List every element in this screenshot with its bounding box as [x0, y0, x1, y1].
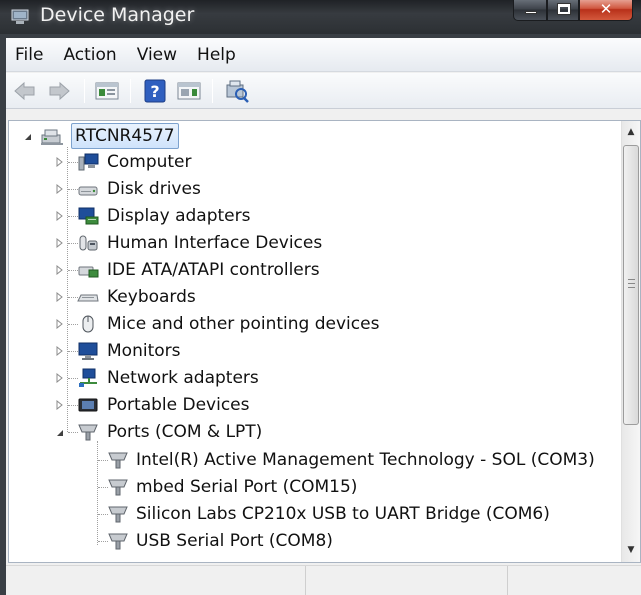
display-adapter-icon	[78, 207, 99, 225]
grip-icon	[628, 279, 635, 288]
tree-node-keyboards[interactable]: Keyboards	[9, 284, 621, 310]
tree-node-label[interactable]: Intel(R) Active Management Technology - …	[136, 448, 595, 472]
expand-arrow-icon[interactable]	[55, 400, 65, 410]
mouse-icon	[82, 315, 94, 333]
help-icon[interactable]: ?	[142, 79, 168, 103]
collapse-arrow-icon[interactable]	[23, 132, 33, 142]
tree-node-computer[interactable]: Computer	[9, 149, 621, 175]
hid-icon	[79, 235, 98, 251]
tree-node-port-device[interactable]: mbed Serial Port (COM15)	[9, 474, 621, 500]
ide-controller-icon	[78, 266, 99, 278]
status-pane	[6, 566, 306, 595]
device-tree-panel[interactable]: RTCNR4577 Computer Disk drives Display a…	[8, 120, 641, 563]
device-manager-icon	[11, 9, 29, 24]
maximize-button[interactable]	[547, 0, 579, 21]
menu-view[interactable]: View	[137, 45, 177, 65]
expand-arrow-icon[interactable]	[55, 184, 65, 194]
minimize-button[interactable]	[513, 0, 547, 21]
network-adapter-icon	[79, 368, 97, 387]
scan-hardware-icon[interactable]	[224, 79, 250, 103]
svg-text:?: ?	[150, 82, 159, 101]
maximize-icon	[557, 3, 571, 15]
expand-arrow-icon[interactable]	[55, 292, 65, 302]
serial-port-icon	[108, 506, 128, 523]
tree-node-port-device[interactable]: Intel(R) Active Management Technology - …	[9, 447, 621, 473]
window-controls: ✕	[513, 0, 633, 21]
serial-port-icon	[108, 533, 128, 550]
minimize-icon	[525, 11, 537, 14]
disk-drive-icon	[78, 186, 98, 196]
port-icon	[78, 424, 98, 441]
tree-node-label[interactable]: Disk drives	[107, 177, 201, 201]
tree-node-ide-controllers[interactable]: IDE ATA/ATAPI controllers	[9, 257, 621, 283]
view-icon[interactable]	[176, 79, 202, 103]
tree-node-label[interactable]: Monitors	[107, 339, 180, 363]
status-bar	[6, 565, 641, 595]
tree-root[interactable]: RTCNR4577	[9, 123, 621, 149]
toolbar-separator	[130, 79, 131, 103]
tree-node-label[interactable]: Mice and other pointing devices	[107, 312, 379, 336]
close-icon: ✕	[599, 0, 613, 18]
expand-arrow-icon[interactable]	[55, 265, 65, 275]
forward-arrow-icon[interactable]	[46, 79, 72, 103]
keyboard-icon	[77, 294, 99, 302]
monitor-icon	[78, 342, 98, 360]
tree-node-disk-drives[interactable]: Disk drives	[9, 176, 621, 202]
tree-node-label[interactable]: IDE ATA/ATAPI controllers	[107, 258, 320, 282]
tree-node-label[interactable]: Silicon Labs CP210x USB to UART Bridge (…	[136, 502, 550, 526]
collapse-arrow-icon[interactable]	[55, 428, 65, 438]
tree-node-label[interactable]: Display adapters	[107, 204, 250, 228]
tree-node-label[interactable]: Human Interface Devices	[107, 231, 322, 255]
tree-node-display-adapters[interactable]: Display adapters	[9, 203, 621, 229]
close-button[interactable]: ✕	[579, 0, 633, 21]
computer-icon	[78, 153, 99, 171]
tree-root-label[interactable]: RTCNR4577	[71, 123, 179, 149]
menu-action[interactable]: Action	[63, 45, 116, 65]
vertical-scrollbar[interactable]: ▲ ▼	[621, 121, 640, 562]
tree-node-label[interactable]: USB Serial Port (COM8)	[136, 529, 333, 553]
tree-node-port-device[interactable]: Silicon Labs CP210x USB to UART Bridge (…	[9, 501, 621, 527]
tree-node-monitors[interactable]: Monitors	[9, 338, 621, 364]
device-tree: RTCNR4577 Computer Disk drives Display a…	[9, 121, 621, 562]
expand-arrow-icon[interactable]	[55, 346, 65, 356]
tree-node-label[interactable]: Network adapters	[107, 366, 259, 390]
toolbar: ?	[6, 73, 641, 109]
serial-port-icon	[108, 452, 128, 469]
scrollbar-thumb[interactable]	[623, 145, 639, 425]
tree-node-label[interactable]: Keyboards	[107, 285, 196, 309]
serial-port-icon	[108, 479, 128, 496]
tree-node-label[interactable]: mbed Serial Port (COM15)	[136, 475, 357, 499]
expand-arrow-icon[interactable]	[55, 238, 65, 248]
expand-arrow-icon[interactable]	[55, 319, 65, 329]
menu-help[interactable]: Help	[197, 45, 236, 65]
computer-network-icon	[41, 129, 63, 145]
expand-arrow-icon[interactable]	[55, 373, 65, 383]
tree-node-mice[interactable]: Mice and other pointing devices	[9, 311, 621, 337]
scroll-down-arrow-icon[interactable]: ▼	[622, 541, 640, 559]
scroll-up-arrow-icon[interactable]: ▲	[622, 123, 640, 141]
device-manager-window: Device Manager ✕ File Action View Help ?…	[0, 0, 641, 595]
tree-node-human-interface-devices[interactable]: Human Interface Devices	[9, 230, 621, 256]
menu-bar: File Action View Help	[6, 38, 641, 72]
tree-node-label[interactable]: Portable Devices	[107, 393, 250, 417]
portable-device-icon	[78, 398, 98, 412]
tree-node-ports[interactable]: Ports (COM & LPT)	[9, 419, 621, 445]
expand-arrow-icon[interactable]	[55, 157, 65, 167]
status-pane	[306, 566, 508, 595]
back-arrow-icon[interactable]	[12, 79, 38, 103]
tree-node-label[interactable]: Computer	[107, 150, 192, 174]
tree-node-portable-devices[interactable]: Portable Devices	[9, 392, 621, 418]
properties-icon[interactable]	[94, 79, 120, 103]
toolbar-separator	[212, 79, 213, 103]
title-bar[interactable]: Device Manager ✕	[0, 0, 641, 34]
tree-node-network-adapters[interactable]: Network adapters	[9, 365, 621, 391]
tree-node-port-device[interactable]: USB Serial Port (COM8)	[9, 528, 621, 554]
window-title: Device Manager	[40, 4, 195, 26]
client-area: File Action View Help ? RTCNR4577 Comput…	[6, 38, 641, 595]
tree-node-label[interactable]: Ports (COM & LPT)	[107, 420, 262, 444]
menu-file[interactable]: File	[15, 45, 43, 65]
expand-arrow-icon[interactable]	[55, 211, 65, 221]
toolbar-separator	[84, 79, 85, 103]
